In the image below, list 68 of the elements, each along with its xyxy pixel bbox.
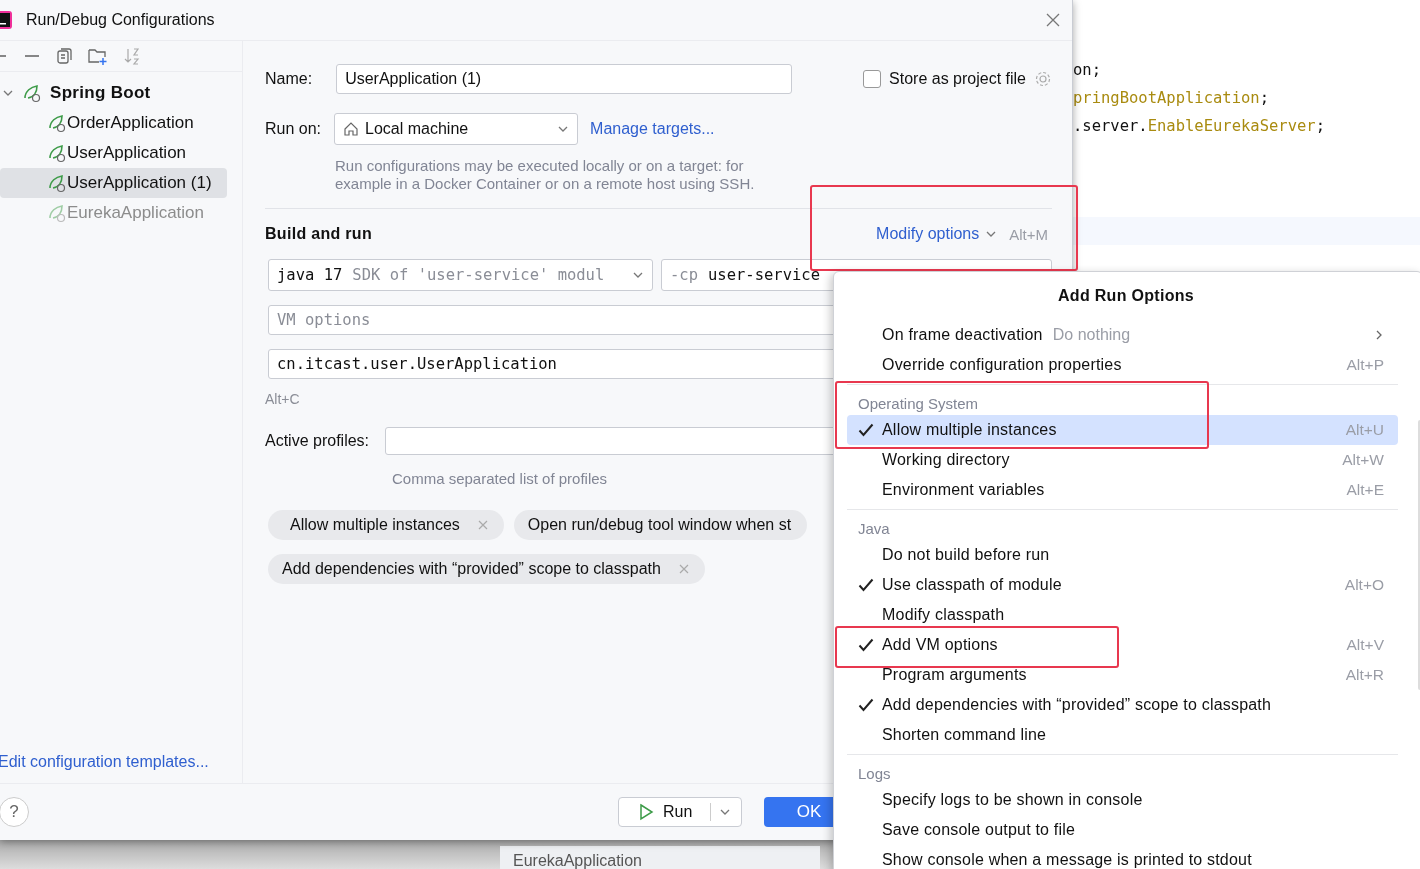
option-chip[interactable]: Open run/debug tool window when st [513, 510, 808, 540]
popup-title: Add Run Options [1057, 286, 1195, 306]
menu-item[interactable]: Environment variables Alt+E [847, 475, 1398, 505]
shortcut-text: Alt+V [1346, 636, 1384, 654]
menu-item[interactable]: Use classpath of module Alt+O [847, 570, 1398, 600]
tree-item[interactable]: UserApplication [0, 138, 227, 168]
shortcut-text: Alt+C [265, 391, 300, 407]
run-on-hint: Run configurations may be executed locally or on a target: for example in a Docker Container or on a remote host using SSH. [335, 157, 756, 193]
group-header: Operating System [857, 394, 980, 414]
run-on-label: Run on: [265, 120, 322, 138]
gear-icon[interactable] [1034, 70, 1052, 88]
spring-leaf-icon [47, 113, 67, 133]
spring-leaf-icon [22, 83, 42, 103]
code-line: on; [1073, 60, 1102, 81]
menu-item[interactable]: Show console when a message is printed to stdout [847, 845, 1398, 869]
menu-item[interactable]: Modify classpath [847, 600, 1398, 630]
window-title: Run/Debug Configurations [26, 11, 216, 29]
menu-item-value: Do nothing [1052, 326, 1131, 344]
code-line: pringBootApplication; [1073, 88, 1270, 109]
spring-leaf-icon [47, 143, 67, 163]
checkbox-label[interactable]: Store as project file [889, 70, 1026, 88]
spring-leaf-icon [47, 173, 67, 193]
modify-options-link[interactable]: Modify options [876, 225, 980, 243]
profiles-hint: Comma separated list of profiles [392, 470, 609, 488]
active-profiles-label: Active profiles: [265, 432, 370, 450]
chevron-right-icon [1374, 329, 1384, 341]
tree-group-label[interactable]: Spring Boot [50, 83, 151, 103]
menu-item[interactable]: Working directory Alt+W [847, 445, 1398, 475]
name-label: Name: [265, 70, 313, 88]
tree-item[interactable]: UserApplication (1) [0, 168, 227, 198]
option-chip[interactable]: Allow multiple instances [268, 510, 504, 540]
shortcut-text: Alt+W [1342, 451, 1384, 469]
editor-tab[interactable]: EurekaApplication [500, 846, 820, 869]
menu-item[interactable]: Shorten command line [847, 720, 1398, 750]
option-chip[interactable]: Add dependencies with “provided” scope to classpath [268, 554, 705, 584]
new-folder-icon[interactable] [88, 47, 108, 65]
spring-leaf-icon [47, 203, 67, 223]
play-icon [637, 803, 655, 821]
menu-item[interactable]: Add VM options Alt+V [847, 630, 1398, 660]
shortcut-text: Alt+P [1346, 356, 1384, 374]
shortcut-text: Alt+E [1346, 481, 1384, 499]
menu-item[interactable]: Allow multiple instances Alt+U [847, 415, 1398, 445]
menu-item[interactable]: Add dependencies with “provided” scope to classpath [847, 690, 1398, 720]
manage-targets-link[interactable]: Manage targets... [590, 120, 715, 138]
tree-item[interactable]: OrderApplication [0, 108, 227, 138]
house-icon [343, 121, 360, 137]
name-field[interactable]: UserApplication (1) [336, 64, 793, 94]
edit-templates-link[interactable]: Edit configuration templates... [0, 753, 242, 771]
code-line: .server.EnableEurekaServer; [1073, 116, 1326, 137]
remove-icon[interactable] [477, 520, 488, 530]
remove-icon[interactable] [678, 564, 689, 574]
run-on-dropdown[interactable]: Local machine [334, 113, 579, 145]
help-button[interactable]: ? [0, 797, 29, 827]
close-icon[interactable] [1046, 13, 1060, 27]
copy-icon[interactable] [56, 48, 72, 64]
shortcut-text: Alt+M [1009, 225, 1048, 243]
group-header: Java [857, 519, 891, 539]
shortcut-text: Alt+O [1344, 576, 1384, 594]
checkbox[interactable] [863, 70, 882, 88]
run-button[interactable]: Run [618, 797, 742, 827]
jre-dropdown[interactable]: java 17 SDK of 'user-service' modul [268, 259, 653, 291]
shortcut-text: Alt+U [1345, 421, 1384, 439]
menu-item[interactable]: Program arguments Alt+R [847, 660, 1398, 690]
group-header: Logs [857, 764, 892, 784]
sort-icon[interactable] [124, 47, 140, 65]
section-title: Build and run [265, 225, 372, 243]
shortcut-text: Alt+R [1345, 666, 1384, 684]
menu-item[interactable]: Do not build before run [847, 540, 1398, 570]
